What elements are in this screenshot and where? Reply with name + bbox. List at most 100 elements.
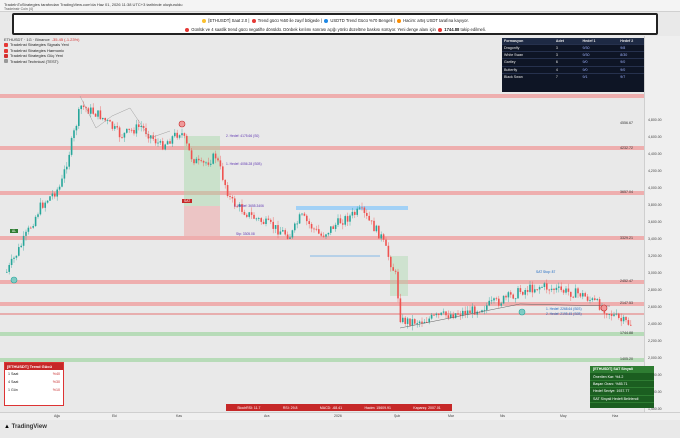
volume-value: Hacim: 15609.91 [364,405,391,410]
candle-body [577,288,579,294]
candle-body [579,293,582,297]
candle-body [356,208,358,215]
candle-body [380,234,382,239]
pattern-target1: 9/0 [580,58,619,67]
candle-body [308,221,310,225]
x-tick: Ara [264,414,270,418]
candle-body [25,231,27,236]
y-tick: 2,200.00 [648,339,662,343]
candle-body [399,298,402,323]
pattern-name: Black Swan [502,72,554,80]
x-tick: 2026 [334,414,342,418]
candle-body [73,130,75,139]
candle-body [18,247,20,256]
level-label: 3657.04 [620,190,633,194]
indicator-row[interactable]: TradeInst Technical (TEST) [4,59,80,64]
signal-row: Önerilen Kar: %4.2 [590,373,654,381]
tradingview-logo[interactable]: ▲ TradingView [4,424,47,430]
candle-body [339,218,342,224]
price-axis[interactable]: 4,800.00 4,600.00 4,400.00 4,200.00 4,00… [644,36,680,412]
sell-marker[interactable]: SAT [182,199,193,203]
candle-body [524,289,526,295]
candle-body [442,311,445,313]
candle-body [310,224,313,229]
candle-body [162,141,164,150]
target-annotation: 2. Hedef: 4175.66 (S0) [226,134,260,138]
candle-body [622,316,625,322]
candle-body [598,299,601,310]
price-chart[interactable] [0,36,644,412]
candle-body [543,283,546,287]
candle-body [613,314,615,316]
candle-body [589,299,591,301]
pattern-table: Formasyon Adet Hedef 1 Hedef 2 Dragonfly… [502,38,656,92]
candle-body [123,132,126,138]
x-tick: Eki [112,414,117,418]
candle-body [459,314,462,316]
candle-body [517,288,519,299]
candle-body [493,298,495,301]
candle-body [334,224,337,229]
candle-body [44,202,46,208]
trend-timeframe: 4 Saat [8,380,19,384]
candle-body [224,179,226,186]
candle-body [258,218,260,219]
level-band [0,236,644,240]
candle-body [522,291,524,295]
y-tick: 3,600.00 [648,220,662,224]
candle-body [188,143,190,151]
candle-body [555,287,558,290]
pattern-count: 3 [553,43,581,52]
target-annotation: 1. Hedef: 3655.3406 [234,204,264,208]
candle-body [279,231,282,235]
candle-body [325,234,327,237]
candle-body [8,264,10,272]
candle-body [15,255,18,258]
candle-body [217,158,219,161]
candle-body [620,318,622,322]
candle-body [34,216,37,227]
candle-body [42,202,44,208]
candle-body [282,230,284,232]
top-bar: TradeInToStrategies tarafından TradingVi… [0,0,680,12]
x-tick: Haz [612,414,619,418]
candle-body [10,258,13,265]
candle-body [488,300,490,306]
table-row: Gartley 6 9/0 9/0 [502,58,656,67]
candle-body [99,110,102,120]
table-row: Black Swan 7 9/1 9/7 [502,72,656,80]
candle-body [135,124,138,134]
y-tick: 3,400.00 [648,237,662,241]
candle-body [260,218,262,222]
close-value: Kapanış: 2007.01 [413,405,441,410]
candle-body [274,225,277,229]
arrow-down-icon [438,27,443,32]
candle-body [174,132,176,137]
candle-body [97,110,99,117]
candle-body [270,219,272,222]
table-row: Dragonfly 3 9/30 9/8 [502,43,656,52]
time-axis[interactable]: Ağu Eki Kas Ara 2026 Şub Mar Nis May Haz [0,412,680,420]
candle-body [498,298,500,306]
candle-body [342,223,344,225]
candle-body [486,305,488,310]
status-banner: [ETHUSDT] Saat 2.0 | Trend gücü %50 ile … [12,13,658,35]
candle-body [402,317,404,323]
candle-body [406,318,409,324]
signal-row: Hedef Seviye: 1937.77 [590,388,654,396]
candle-body [210,163,212,165]
y-tick: 2,600.00 [648,305,662,309]
candle-body [78,109,80,126]
candle-body [46,200,49,203]
info-icon [324,18,329,23]
candle-body [250,212,253,215]
candle-body [243,211,246,215]
candle-body [630,324,632,326]
harmonic-pattern [79,95,171,139]
stop-annotation: Stp: 3305.08 [236,232,255,236]
candle-body [219,160,222,167]
candle-body [90,107,92,114]
buy-marker[interactable]: AL [10,229,19,233]
candle-body [193,159,195,164]
level-label: 4556.67 [620,121,633,125]
